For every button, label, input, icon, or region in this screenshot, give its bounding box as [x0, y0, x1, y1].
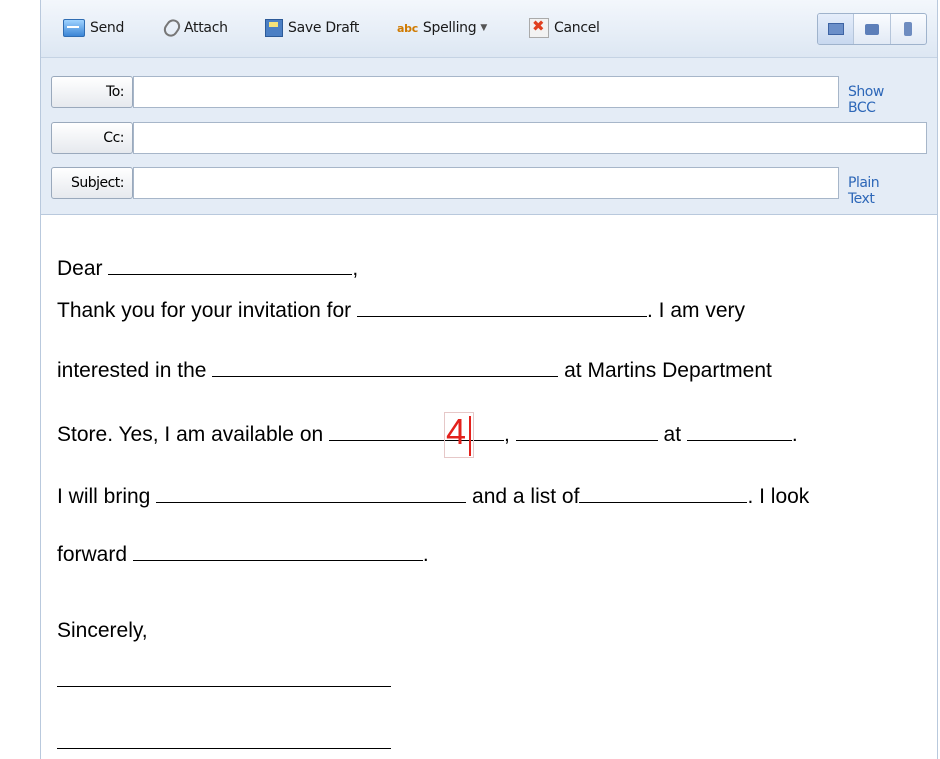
subject-input[interactable]	[133, 167, 839, 199]
mobile-view-button[interactable]	[891, 14, 926, 44]
letter-text: .	[422, 543, 429, 566]
spelling-button[interactable]: abc Spelling ▼	[397, 16, 487, 40]
paperclip-icon	[161, 16, 183, 40]
header-fields: To: Show BCC Cc: Subject: Plain Text	[41, 58, 937, 215]
fill-blank[interactable]	[156, 482, 467, 503]
email-compose-window: Send Attach Save Draft abc Spelling ▼ Ca…	[40, 0, 938, 759]
fill-blank[interactable]	[579, 482, 748, 503]
letter-text: .	[791, 423, 798, 446]
chevron-down-icon: ▼	[480, 23, 487, 33]
signature-line[interactable]	[57, 748, 391, 749]
fill-blank[interactable]	[329, 420, 505, 441]
closing-text: Sincerely,	[57, 619, 148, 642]
letter-text: . I am very	[646, 299, 746, 322]
letter-text: ,	[352, 257, 359, 280]
save-icon	[265, 19, 283, 37]
letter-text: Dear	[57, 257, 109, 280]
subject-button[interactable]: Subject:	[51, 167, 133, 199]
plain-text-link[interactable]: Plain Text	[848, 175, 880, 207]
to-button[interactable]: To:	[51, 76, 133, 108]
fill-blank[interactable]	[132, 540, 423, 561]
letter-text: at	[657, 423, 687, 446]
letter-line: I will bring and a list of . I look	[57, 482, 809, 510]
send-label: Send	[90, 20, 125, 36]
envelope-icon	[827, 23, 844, 35]
letter-line: Store. Yes, I am available on , at .	[57, 420, 798, 448]
letter-text: forward	[57, 543, 133, 566]
spellcheck-icon: abc	[397, 21, 418, 35]
letter-text: I will bring	[57, 485, 157, 508]
save-draft-label: Save Draft	[288, 20, 360, 36]
cancel-button[interactable]: Cancel	[529, 16, 600, 40]
letter-line: forward .	[57, 540, 429, 568]
letter-text: and a list of	[466, 485, 580, 508]
signature-line[interactable]	[57, 686, 391, 687]
send-button[interactable]: Send	[63, 16, 124, 40]
to-input[interactable]	[133, 76, 839, 108]
cc-button[interactable]: Cc:	[51, 122, 133, 154]
cancel-icon	[529, 17, 549, 38]
email-view-button[interactable]	[818, 14, 855, 44]
chat-icon	[864, 23, 879, 35]
letter-text: at Martins Department	[558, 359, 772, 382]
attach-button[interactable]: Attach	[161, 16, 228, 40]
letter-text: interested in the	[57, 359, 213, 382]
fill-blank[interactable]	[356, 296, 647, 317]
letter-line: Thank you for your invitation for . I am…	[57, 296, 745, 324]
mobile-icon	[904, 22, 913, 36]
fill-blank[interactable]	[515, 420, 658, 441]
show-bcc-link[interactable]: Show BCC	[848, 84, 884, 116]
message-body[interactable]: Dear , Thank you for your invitation for…	[41, 216, 937, 759]
chat-view-button[interactable]	[854, 14, 891, 44]
view-toggle-group	[817, 13, 927, 45]
letter-text: Store. Yes, I am available on	[57, 423, 330, 446]
fill-blank[interactable]	[108, 254, 353, 275]
letter-text: . I look	[747, 485, 810, 508]
send-icon	[63, 19, 85, 37]
cc-input[interactable]	[133, 122, 927, 154]
spelling-label: Spelling	[422, 20, 477, 36]
cancel-label: Cancel	[554, 20, 600, 36]
save-draft-button[interactable]: Save Draft	[265, 16, 359, 40]
attach-label: Attach	[184, 20, 228, 36]
letter-line: Dear ,	[57, 254, 358, 282]
letter-text: ,	[504, 423, 516, 446]
letter-text: Thank you for your invitation for	[57, 299, 357, 322]
fill-blank[interactable]	[212, 356, 559, 377]
text-cursor	[469, 416, 471, 456]
typed-digit: 4	[446, 411, 467, 452]
letter-line: interested in the at Martins Department	[57, 356, 772, 384]
compose-toolbar: Send Attach Save Draft abc Spelling ▼ Ca…	[41, 0, 937, 58]
fill-blank[interactable]	[686, 420, 792, 441]
